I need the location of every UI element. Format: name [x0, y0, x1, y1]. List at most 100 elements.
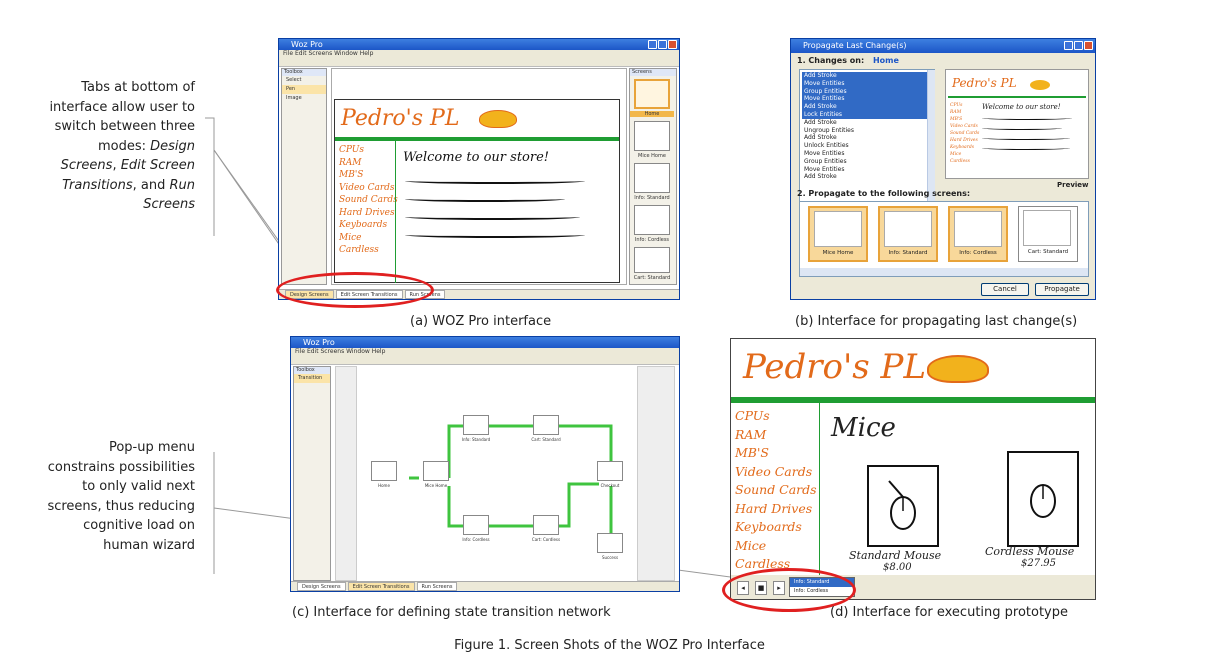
change-item[interactable]: Move Entities [802, 150, 932, 158]
target-thumb [954, 211, 1002, 247]
preview-stripe [948, 96, 1086, 98]
change-item[interactable]: Add Stroke [802, 72, 932, 80]
screen-thumb[interactable] [634, 163, 670, 193]
node-label: Checkout [600, 483, 620, 488]
target-thumb [814, 211, 862, 247]
nav-item: Video Cards [950, 124, 978, 129]
nav-item[interactable]: CPUs [735, 407, 817, 426]
screen-label: Home [630, 111, 674, 117]
minimize-icon[interactable] [648, 40, 657, 49]
screen-thumb[interactable] [634, 79, 670, 109]
change-item[interactable]: Add Stroke [802, 119, 932, 127]
toolbox-title: Toolbox [294, 367, 330, 374]
screen-thumb[interactable] [634, 121, 670, 151]
node-label: Mice Home [424, 483, 448, 488]
network-node[interactable] [533, 415, 559, 435]
nav-divider [395, 141, 396, 283]
design-canvas[interactable]: Pedro's PL CPUs RAM MB'S Video Cards Sou… [331, 68, 627, 285]
menu-bar[interactable]: File Edit Screens Window Help [279, 50, 679, 58]
target-screen-card[interactable]: Cart: Standard [1018, 206, 1078, 262]
caption-d: (d) Interface for executing prototype [830, 605, 1069, 620]
change-item[interactable]: Lock Entities [802, 110, 932, 119]
tool-select[interactable]: Select [282, 76, 326, 85]
nav-item[interactable]: Keyboards [735, 518, 817, 537]
network-node[interactable] [463, 415, 489, 435]
targets-scrollbar[interactable] [800, 268, 1088, 276]
change-item[interactable]: Move Entities [802, 79, 932, 88]
annotation-text: modes: [97, 138, 151, 154]
menu-bar[interactable]: File Edit Screens Window Help [291, 348, 679, 356]
tab-edit-screen-transitions[interactable]: Edit Screen Transitions [347, 582, 415, 591]
nav-item: Keyboards [339, 220, 388, 230]
network-node[interactable] [597, 461, 623, 481]
propagate-button[interactable]: Propagate [1035, 283, 1089, 296]
change-item[interactable]: Add Stroke [802, 173, 932, 181]
tool-pen[interactable]: Pen [282, 85, 326, 94]
scribble-line [405, 196, 565, 202]
change-item[interactable]: Move Entities [802, 95, 932, 104]
toolbar[interactable] [279, 58, 679, 67]
nav-item[interactable]: Sound Cards [735, 481, 817, 500]
screen-label: Cart: Standard [633, 275, 671, 281]
change-item[interactable]: Move Entities [802, 166, 932, 174]
standard-mouse-image[interactable] [867, 465, 939, 547]
tabs-annotation: Tabs at bottom of interface allow user t… [20, 78, 195, 215]
nav-item: Video Cards [339, 182, 395, 193]
nav-item[interactable]: RAM [735, 426, 817, 445]
edge [559, 482, 599, 528]
nav-item[interactable]: MB'S [735, 444, 817, 463]
minimize-icon[interactable] [1064, 41, 1073, 50]
target-label: Mice Home [822, 250, 854, 256]
cloud-logo-icon [1030, 80, 1050, 90]
close-icon[interactable] [668, 40, 677, 49]
change-item[interactable]: Group Entities [802, 158, 932, 166]
target-screen-card[interactable]: Mice Home [808, 206, 868, 262]
tool-image[interactable]: Image [282, 94, 326, 103]
preview-nav: CPUs RAM MB'S Video Cards Sound Cards Ha… [950, 102, 979, 165]
close-icon[interactable] [1084, 41, 1093, 50]
network-node[interactable] [533, 515, 559, 535]
step1-target: Home [872, 56, 899, 65]
nav-item[interactable]: Video Cards [735, 463, 817, 482]
target-screen-card[interactable]: Info: Cordless [948, 206, 1008, 262]
screen-thumb[interactable] [634, 247, 670, 273]
change-item[interactable]: Ungroup Entities [802, 127, 932, 135]
change-item[interactable]: Add Stroke [802, 103, 932, 111]
maximize-icon[interactable] [1074, 41, 1083, 50]
nav-item: RAM [339, 157, 362, 168]
nav-item[interactable]: Mice [735, 537, 817, 556]
changes-list[interactable]: Add Stroke Move Entities Group Entities Mov… [799, 69, 935, 209]
change-item[interactable]: Group Entities [802, 87, 932, 96]
header-stripe [335, 137, 619, 141]
panel-c-titlebar: Woz Pro [291, 337, 679, 348]
transition-network[interactable] [359, 366, 637, 581]
panel-a-window: Woz Pro File Edit Screens Window Help To… [278, 38, 680, 300]
screen-thumb[interactable] [634, 205, 670, 235]
tool-transition[interactable]: Transition [294, 374, 330, 383]
target-screen-card[interactable]: Info: Standard [878, 206, 938, 262]
nav-item: Hard Drives [950, 138, 978, 143]
cancel-button[interactable]: Cancel [981, 283, 1029, 296]
tab-design-screens[interactable]: Design Screens [297, 582, 346, 591]
maximize-icon[interactable] [658, 40, 667, 49]
nav-item[interactable]: Hard Drives [735, 500, 817, 519]
change-item[interactable]: Add Stroke [802, 134, 932, 142]
cordless-mouse-image[interactable] [1007, 451, 1079, 547]
network-node[interactable] [597, 533, 623, 553]
caption-c: (c) Interface for defining state transit… [292, 605, 611, 620]
standard-mouse-price: $8.00 [883, 562, 912, 573]
cloud-logo-icon [479, 110, 517, 128]
target-label: Info: Standard [888, 250, 928, 256]
targets-strip: Mice Home Info: Standard Info: Cordless Car… [799, 201, 1089, 277]
network-node[interactable] [463, 515, 489, 535]
nav-item: Mice [339, 232, 362, 243]
network-node[interactable] [423, 461, 449, 481]
network-node[interactable] [371, 461, 397, 481]
tab-run-screens[interactable]: Run Screens [416, 582, 458, 591]
preview-box: Pedro's PL Welcome to our store! CPUs RA… [945, 69, 1089, 179]
toolbar[interactable] [291, 356, 679, 365]
changes-scrollbar[interactable] [927, 70, 935, 208]
annotation-line: constrains possibilities [47, 459, 195, 475]
annotation-line: Transitions, and Run [20, 176, 195, 196]
change-item[interactable]: Unlock Entities [802, 142, 932, 150]
